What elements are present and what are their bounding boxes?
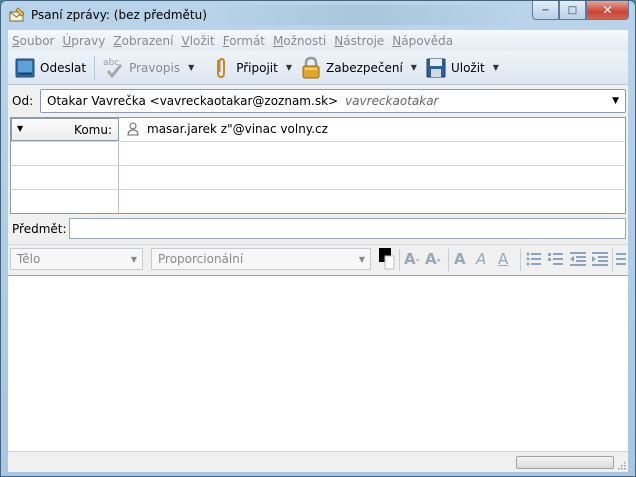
- lock-icon: [302, 56, 320, 78]
- recipient-type-label: Komu:: [74, 123, 112, 137]
- chevron-down-icon: ▼: [17, 124, 24, 133]
- recipient-type-select[interactable]: [11, 190, 119, 213]
- maximize-icon: □: [567, 4, 578, 16]
- recipient-list: ▼ Komu: masar.jarek z"@vinac volny.cz: [10, 117, 626, 214]
- menu-tools[interactable]: Nástroje: [334, 34, 384, 48]
- format-separator: [612, 249, 613, 271]
- toolbar-separator: [94, 55, 96, 80]
- font-larger-icon[interactable]: Aᴬ: [425, 250, 441, 268]
- menu-help[interactable]: Nápověda: [392, 34, 453, 48]
- paragraph-style-select[interactable]: Tělo ▼: [10, 248, 143, 270]
- save-label: Uložit: [450, 60, 485, 75]
- font-value: Proporcionální: [158, 252, 244, 266]
- from-select[interactable]: Otakar Vavrečka <vavreckaotakar@zoznam.s…: [40, 89, 626, 113]
- save-button[interactable]: Uložit ▼: [421, 54, 503, 82]
- status-bar: [8, 451, 628, 472]
- title-glow: [201, 5, 521, 25]
- progress-bar: [516, 456, 614, 469]
- menu-format[interactable]: Formát: [223, 34, 265, 48]
- client-area: Soubor Úpravy Zobrazení Vložit Formát Mo…: [8, 30, 628, 472]
- from-alias: vavreckaotakar: [345, 94, 439, 108]
- subject-row: Předmět:: [8, 216, 628, 242]
- recipient-row[interactable]: [11, 142, 625, 166]
- attach-button[interactable]: Připojit ▼: [206, 54, 296, 82]
- format-separator: [448, 249, 449, 271]
- recipient-address-text: masar.jarek z"@vinac volny.cz: [147, 122, 328, 136]
- paperclip-icon: [217, 57, 226, 78]
- subject-label: Předmět:: [12, 222, 67, 236]
- chevron-down-icon: ▼: [130, 255, 137, 264]
- spellcheck-button[interactable]: abc Pravopis ▼: [99, 54, 198, 82]
- menu-insert[interactable]: Vložit: [181, 34, 214, 48]
- person-icon: [127, 122, 139, 136]
- paragraph-style-value: Tělo: [17, 252, 41, 266]
- spellcheck-icon-text: abc: [103, 58, 119, 68]
- menu-options[interactable]: Možnosti: [273, 34, 326, 48]
- spellcheck-label: Pravopis: [129, 60, 181, 75]
- spellcheck-icon: abc: [103, 58, 123, 78]
- recipient-row[interactable]: ▼ Komu: masar.jarek z"@vinac volny.cz: [11, 118, 625, 142]
- recipient-row[interactable]: [11, 190, 625, 214]
- menu-view[interactable]: Zobrazení: [113, 34, 173, 48]
- recipient-address[interactable]: masar.jarek z"@vinac volny.cz: [127, 122, 328, 136]
- from-identity: Otakar Vavrečka <vavreckaotakar@zoznam.s…: [47, 94, 339, 108]
- save-dropdown-icon[interactable]: ▼: [493, 63, 499, 72]
- spellcheck-dropdown-icon[interactable]: ▼: [188, 63, 194, 72]
- maximize-button[interactable]: □: [559, 1, 586, 20]
- menu-edit[interactable]: Úpravy: [62, 34, 105, 48]
- chevron-down-icon: ▼: [358, 255, 365, 264]
- format-separator: [399, 249, 400, 271]
- align-icon[interactable]: [616, 251, 626, 267]
- send-icon: [15, 58, 35, 77]
- chevron-down-icon: ▼: [612, 96, 619, 106]
- security-label: Zabezpečení: [326, 60, 403, 75]
- minimize-icon: −: [541, 4, 550, 16]
- format-separator: [520, 249, 521, 271]
- font-smaller-icon[interactable]: Aᵛ: [404, 250, 420, 268]
- from-label: Od:: [12, 94, 34, 108]
- title-bar[interactable]: Psaní zprávy: (bez předmětu) − □ ✕: [1, 1, 635, 30]
- attach-dropdown-icon[interactable]: ▼: [286, 63, 292, 72]
- outdent-icon[interactable]: [570, 251, 586, 267]
- numbered-list-icon[interactable]: [548, 251, 564, 267]
- from-row: Od: Otakar Vavrečka <vavreckaotakar@zozn…: [8, 87, 628, 115]
- recipient-type-select[interactable]: ▼ Komu:: [11, 118, 119, 141]
- compose-window: Psaní zprávy: (bez předmětu) − □ ✕ Soubo…: [0, 0, 636, 477]
- send-label: Odeslat: [40, 60, 87, 75]
- close-button[interactable]: ✕: [586, 1, 629, 20]
- floppy-disk-icon: [426, 58, 446, 77]
- menu-file[interactable]: Soubor: [12, 34, 54, 48]
- indent-icon[interactable]: [592, 251, 608, 267]
- security-dropdown-icon[interactable]: ▼: [411, 63, 417, 72]
- attach-label: Připojit: [236, 60, 278, 75]
- bold-icon[interactable]: A: [454, 250, 466, 268]
- font-select[interactable]: Proporcionální ▼: [151, 248, 371, 270]
- recipient-type-select[interactable]: [11, 142, 119, 165]
- window-title: Psaní zprávy: (bez předmětu): [31, 8, 207, 22]
- main-toolbar: Odeslat abc Pravopis ▼ Připojit ▼ Zabezp…: [8, 51, 628, 85]
- format-toolbar: Tělo ▼ Proporcionální ▼ Aᵛ Aᴬ A A A: [8, 244, 628, 273]
- resize-grip-icon[interactable]: [617, 461, 626, 470]
- window-controls: − □ ✕: [532, 1, 629, 21]
- italic-icon[interactable]: A: [476, 250, 486, 268]
- subject-input[interactable]: [69, 218, 626, 239]
- menu-bar: Soubor Úpravy Zobrazení Vložit Formát Mo…: [8, 30, 628, 51]
- recipient-type-select[interactable]: [11, 166, 119, 189]
- close-icon: ✕: [602, 3, 613, 17]
- underline-icon[interactable]: A: [498, 250, 508, 268]
- compose-app-icon: [9, 7, 25, 22]
- security-button[interactable]: Zabezpečení ▼: [296, 54, 421, 82]
- text-color-picker[interactable]: [379, 248, 395, 270]
- minimize-button[interactable]: −: [532, 1, 559, 20]
- recipient-row[interactable]: [11, 166, 625, 190]
- message-body-editor[interactable]: [8, 275, 628, 451]
- send-button[interactable]: Odeslat: [10, 54, 90, 82]
- bullet-list-icon[interactable]: [526, 251, 542, 267]
